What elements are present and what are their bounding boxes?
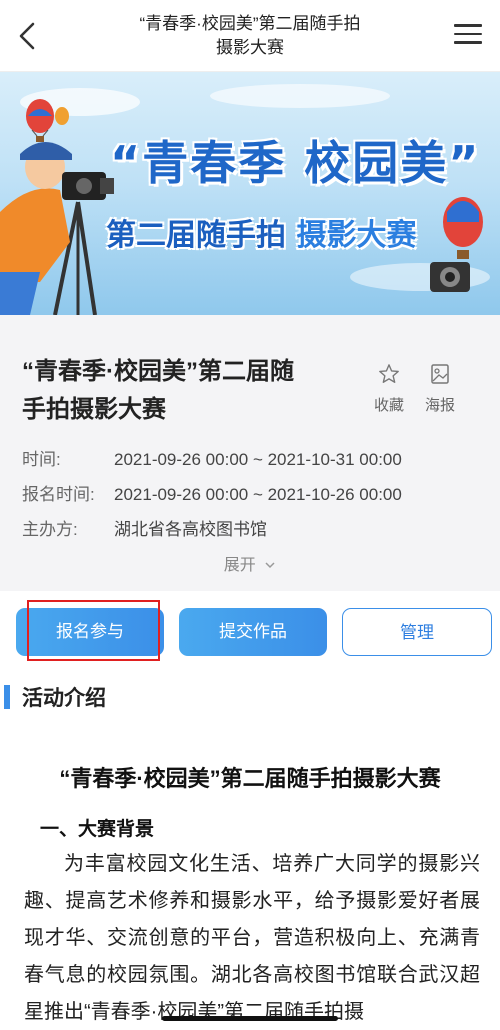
hamburger-icon [454,24,482,44]
manage-button[interactable]: 管理 [342,608,492,656]
home-indicator[interactable] [162,1016,338,1021]
section-title: 活动介绍 [22,687,106,710]
signup-button[interactable]: 报名参与 [16,608,164,656]
banner-subheadline: 第二届随手拍 摄影大赛 [106,210,416,254]
signup-time-label: 报名时间: [22,485,95,504]
chevron-left-icon [19,22,35,50]
event-title-line1: “青春季·校园美”第二届随 [22,358,294,385]
time-value: 2021-09-26 00:00 ~ 2021-10-31 00:00 [114,450,402,469]
page-title-line2: 摄影大赛 [216,38,284,57]
balloon-icon [26,99,54,142]
signup-time-row: 报名时间: 2021-09-26 00:00 ~ 2021-10-26 00:00 [22,480,402,505]
expand-label: 展开 [223,557,256,574]
section-accent-bar [4,685,10,709]
back-button[interactable] [14,20,42,52]
article-title: “青春季·校园美”第二届随手拍摄影大赛 [59,766,441,791]
article-subheading: 一、大赛背景 [40,819,155,840]
organizer-row: 主办方: 湖北省各高校图书馆 [22,515,267,540]
event-banner: “青春季 校园美” 第二届随手拍 摄影大赛 [0,72,500,315]
banner-subheadline-part2: 摄影大赛 [296,218,417,253]
camera-icon [430,262,470,292]
photographer-illustration [0,142,114,315]
star-icon [379,364,399,383]
organizer-value: 湖北省各高校图书馆 [114,520,267,539]
expand-button[interactable]: 展开 [0,551,500,575]
menu-button[interactable] [454,24,482,48]
event-info-panel: “青春季·校园美”第二届随 手拍摄影大赛 收藏 海报 时间: 2021-09-26… [0,315,500,591]
submit-work-button[interactable]: 提交作品 [179,608,327,656]
time-label: 时间: [22,450,61,469]
banner-headline: “青春季 校园美” [110,136,481,190]
banner-subheadline-part1: 第二届随手拍 [106,218,286,253]
organizer-label: 主办方: [22,520,78,539]
page-title-line1: “青春季·校园美”第二届随手拍 [139,14,361,33]
time-row: 时间: 2021-09-26 00:00 ~ 2021-10-31 00:00 [22,445,402,470]
top-bar: “青春季·校园美”第二届随手拍 摄影大赛 [0,0,500,72]
signup-time-value: 2021-09-26 00:00 ~ 2021-10-26 00:00 [114,485,402,504]
page-title: “青春季·校园美”第二届随手拍 摄影大赛 [110,12,390,60]
poster-label: 海报 [424,397,455,414]
event-title: “青春季·校园美”第二届随 手拍摄影大赛 [22,353,342,429]
event-title-line2: 手拍摄影大赛 [22,396,166,423]
poster-icon [431,364,449,384]
poster-button[interactable]: 海报 [418,363,462,415]
article-paragraph: 为丰富校园文化生活、培养广大同学的摄影兴趣、提高艺术修养和摄影水平，给予摄影爱好… [24,853,480,1023]
banner-illustration [0,84,490,315]
chevron-down-icon [265,562,275,569]
favorite-button[interactable]: 收藏 [367,363,411,415]
favorite-label: 收藏 [373,397,404,414]
